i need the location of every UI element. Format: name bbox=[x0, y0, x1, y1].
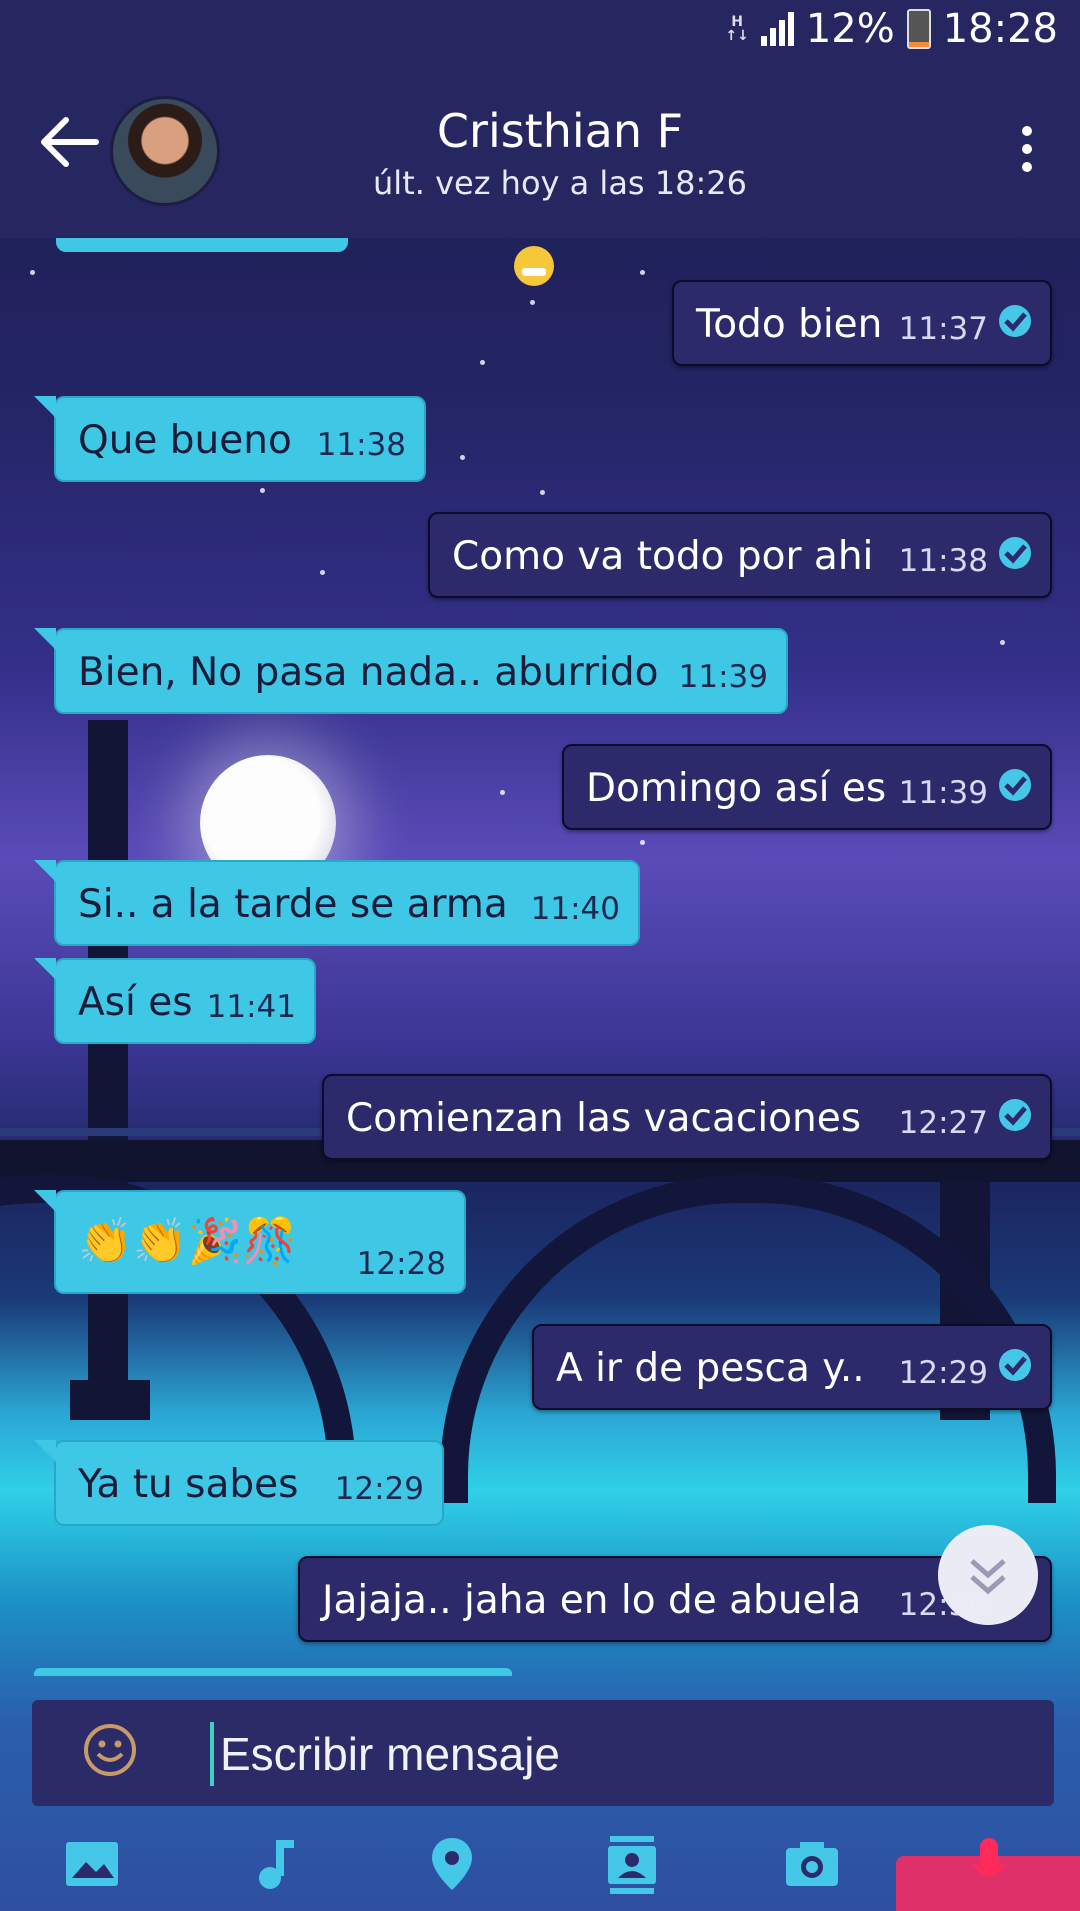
message-in[interactable]: Ya tu sabes 12:29 bbox=[34, 1440, 444, 1526]
camera-icon[interactable] bbox=[782, 1834, 842, 1894]
star bbox=[320, 570, 325, 575]
battery-percent: 12% bbox=[805, 6, 895, 52]
star bbox=[540, 490, 545, 495]
message-time: 11:40 bbox=[530, 891, 620, 927]
message-time: 11:37 bbox=[898, 311, 988, 347]
message-time: 12:28 bbox=[356, 1246, 446, 1282]
contact-card-icon[interactable] bbox=[602, 1834, 662, 1894]
message-out[interactable]: Todo bien 11:37 bbox=[672, 280, 1052, 366]
image-icon[interactable] bbox=[62, 1834, 122, 1894]
signal-icon bbox=[760, 12, 794, 46]
star bbox=[640, 270, 645, 275]
star bbox=[480, 360, 485, 365]
star bbox=[1000, 640, 1005, 645]
more-vert-icon[interactable] bbox=[1020, 126, 1034, 182]
message-in[interactable]: Así es 11:41 bbox=[34, 958, 316, 1044]
location-pin-icon[interactable] bbox=[422, 1834, 482, 1894]
scroll-down-icon[interactable] bbox=[938, 1525, 1038, 1625]
star bbox=[640, 840, 645, 845]
music-note-icon[interactable] bbox=[244, 1834, 304, 1894]
mic-icon bbox=[972, 1838, 1006, 1876]
message-time: 11:38 bbox=[316, 427, 406, 463]
message-bubble-partial[interactable] bbox=[56, 238, 348, 252]
chat-screen: H ↑↓ 12% 18:28 Cristhian F últ. vez hoy a… bbox=[0, 0, 1080, 1911]
message-text: Si.. a la tarde se arma bbox=[78, 882, 508, 927]
message-out[interactable]: Como va todo por ahi 11:38 bbox=[428, 512, 1052, 598]
message-in[interactable]: Si.. a la tarde se arma 11:40 bbox=[34, 860, 640, 946]
star bbox=[500, 790, 505, 795]
message-emoji-text: 👏👏🎉🎊 bbox=[78, 1216, 298, 1267]
message-composer[interactable]: Escribir mensaje bbox=[32, 1700, 1054, 1806]
grimace-emoji-icon bbox=[514, 246, 554, 286]
clock: 18:28 bbox=[942, 6, 1058, 52]
message-time: 12:27 bbox=[898, 1105, 988, 1141]
message-out[interactable]: Domingo así es 11:39 bbox=[562, 744, 1052, 830]
message-text: Como va todo por ahi bbox=[452, 534, 874, 579]
message-time: 12:29 bbox=[898, 1355, 988, 1391]
read-check-icon bbox=[999, 769, 1031, 801]
message-in[interactable]: Que bueno 11:38 bbox=[34, 396, 426, 482]
message-bubble-partial[interactable] bbox=[34, 1668, 512, 1676]
message-time: 11:39 bbox=[898, 775, 988, 811]
read-check-icon bbox=[999, 537, 1031, 569]
message-time: 11:38 bbox=[898, 543, 988, 579]
read-check-icon bbox=[999, 1349, 1031, 1381]
star bbox=[260, 488, 265, 493]
message-text: Así es bbox=[78, 980, 193, 1025]
message-text: A ir de pesca y.. bbox=[556, 1346, 865, 1391]
star bbox=[530, 300, 535, 305]
star bbox=[30, 270, 35, 275]
star bbox=[460, 455, 465, 460]
message-in[interactable]: 👏👏🎉🎊 12:28 bbox=[34, 1190, 466, 1294]
message-time: 11:41 bbox=[206, 989, 296, 1025]
message-out[interactable]: Comienzan las vacaciones 12:27 bbox=[322, 1074, 1052, 1160]
message-time: 11:39 bbox=[678, 659, 768, 695]
smiley-icon[interactable] bbox=[82, 1722, 138, 1778]
battery-icon bbox=[906, 9, 931, 49]
message-time: 12:29 bbox=[334, 1471, 424, 1507]
text-caret bbox=[210, 1722, 214, 1786]
read-check-icon bbox=[999, 305, 1031, 337]
message-text: Que bueno bbox=[78, 418, 292, 463]
network-type: H ↑↓ bbox=[725, 14, 749, 44]
message-text: Ya tu sabes bbox=[78, 1462, 299, 1507]
message-text: Todo bien bbox=[696, 302, 883, 347]
message-text: Domingo así es bbox=[586, 766, 887, 811]
message-input[interactable]: Escribir mensaje bbox=[220, 1722, 560, 1786]
avatar[interactable] bbox=[110, 96, 220, 206]
back-arrow-icon[interactable] bbox=[40, 116, 100, 168]
contact-name[interactable]: Cristhian F bbox=[300, 104, 820, 158]
message-text: Jajaja.. jaha en lo de abuela bbox=[322, 1578, 862, 1623]
message-out[interactable]: A ir de pesca y.. 12:29 bbox=[532, 1324, 1052, 1410]
record-button[interactable] bbox=[896, 1838, 1080, 1911]
message-text: Comienzan las vacaciones bbox=[346, 1096, 862, 1141]
chat-header: Cristhian F últ. vez hoy a las 18:26 bbox=[0, 66, 1080, 238]
last-seen: últ. vez hoy a las 18:26 bbox=[373, 164, 747, 202]
read-check-icon bbox=[999, 1099, 1031, 1131]
message-text: Bien, No pasa nada.. aburrido bbox=[78, 650, 659, 695]
status-bar: H ↑↓ 12% 18:28 bbox=[0, 0, 1080, 66]
message-in[interactable]: Bien, No pasa nada.. aburrido 11:39 bbox=[34, 628, 788, 714]
